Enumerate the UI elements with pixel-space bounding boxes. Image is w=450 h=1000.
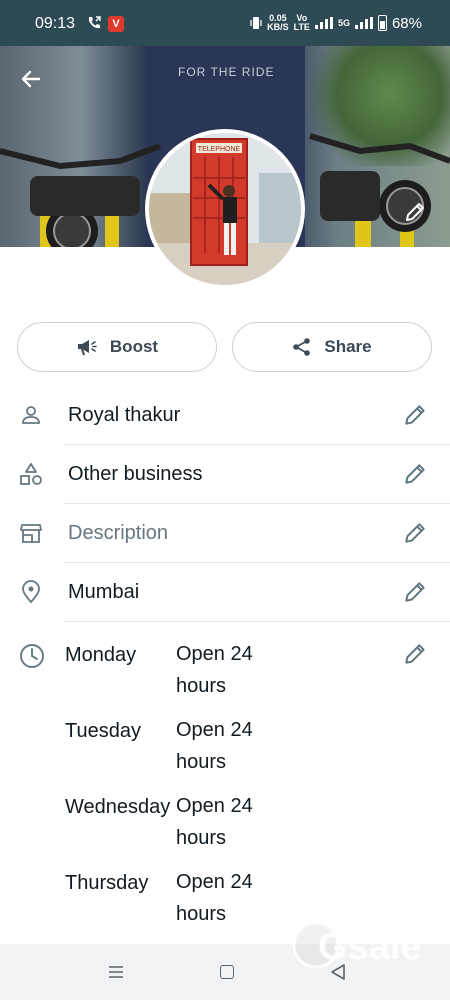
profile-avatar[interactable]: TELEPHONE — [145, 129, 305, 289]
hours-day-wednesday: Wednesday — [65, 796, 171, 818]
business-category: Other business — [68, 463, 203, 485]
network-type: 5G — [337, 17, 350, 28]
category-shapes-icon — [20, 463, 42, 485]
status-time: 09:13 — [35, 15, 76, 32]
description-row[interactable]: Description — [0, 504, 450, 563]
share-label: Share — [324, 337, 372, 356]
status-indicators: 0.05 KB/S Vo LTE 5G 68% — [250, 14, 422, 32]
app-notification-icon: V — [108, 16, 124, 32]
home-button-icon[interactable] — [220, 965, 234, 979]
person-icon — [22, 406, 40, 424]
watermark-text: Gsale — [318, 926, 422, 968]
network-speed: 0.05 KB/S — [267, 13, 289, 32]
boost-label: Boost — [109, 337, 159, 356]
category-row[interactable]: Other business — [0, 445, 450, 504]
business-name: Royal thakur — [68, 404, 181, 426]
hours-day-thursday: Thursday — [65, 872, 149, 894]
signal-2-icon — [354, 17, 373, 29]
svg-text:TELEPHONE: TELEPHONE — [198, 146, 241, 153]
battery-percent: 68% — [391, 14, 422, 32]
megaphone-icon — [77, 340, 97, 356]
status-bar: 09:13 V 0.05 KB/S Vo LTE 5G 68% — [0, 0, 450, 46]
location-pin-icon — [22, 580, 40, 604]
pencil-icon — [406, 203, 424, 221]
boost-button[interactable]: Boost — [17, 322, 217, 372]
edit-cover-button[interactable] — [400, 197, 430, 227]
call-forward-icon — [89, 16, 101, 29]
storefront-icon — [20, 524, 42, 543]
business-location: Mumbai — [68, 581, 140, 603]
hours-value-wednesday: Open 24 hours — [176, 795, 253, 849]
battery-icon — [377, 15, 387, 31]
edit-hours-icon[interactable] — [402, 641, 428, 667]
name-row[interactable]: Royal thakur — [0, 386, 450, 445]
hours-day-tuesday: Tuesday — [65, 720, 141, 742]
hours-value-tuesday: Open 24 hours — [176, 719, 253, 773]
volte-icon: Vo LTE — [293, 13, 310, 32]
divider — [64, 621, 450, 622]
edit-name-icon[interactable] — [402, 402, 428, 428]
arrow-left-icon — [21, 70, 41, 88]
hours-day-monday: Monday — [65, 644, 137, 666]
share-button[interactable]: Share — [232, 322, 432, 372]
vibrate-icon — [250, 17, 262, 29]
motorcycle-left-image — [0, 143, 162, 247]
cover-wall-text: FOR THE RIDE — [178, 65, 275, 79]
description-field: Description — [68, 522, 169, 544]
edit-description-icon[interactable] — [402, 520, 428, 546]
location-row[interactable]: Mumbai — [0, 563, 450, 622]
edit-location-icon[interactable] — [402, 579, 428, 605]
avatar-photo: TELEPHONE — [149, 133, 301, 285]
clock-icon — [20, 644, 44, 668]
hours-value-thursday: Open 24 hours — [176, 871, 253, 925]
edit-category-icon[interactable] — [402, 461, 428, 487]
share-icon — [293, 338, 311, 356]
back-button[interactable] — [16, 64, 46, 94]
signal-1-icon — [314, 17, 333, 29]
gsale-watermark-logo: Gsale — [292, 921, 422, 969]
hours-value-monday: Open 24 hours — [176, 643, 253, 697]
recent-apps-icon[interactable] — [108, 965, 124, 979]
